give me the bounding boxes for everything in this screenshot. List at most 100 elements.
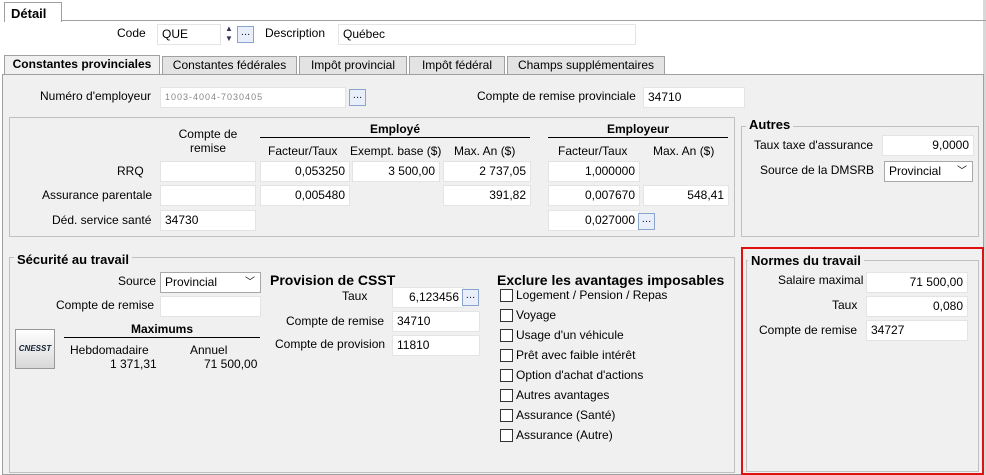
rrq-facteur-input[interactable]: 0,053250	[260, 161, 350, 182]
taux-assurance-input[interactable]: 9,0000	[882, 135, 974, 156]
exclure-checkbox-label[interactable]: Usage d'un véhicule	[516, 328, 624, 342]
exclure-title: Exclure les avantages imposables	[497, 272, 725, 288]
ap-max-employeur-input[interactable]: 548,41	[643, 185, 729, 206]
hebdo-label: Hebdomadaire	[70, 343, 149, 357]
annuel-label: Annuel	[190, 343, 228, 357]
cnesst-logo-text: CNESST	[18, 344, 52, 353]
securite-title: Sécurité au travail	[14, 252, 132, 267]
csst-taux-input[interactable]: 6,123456	[392, 287, 464, 308]
exclure-checkbox-label[interactable]: Assurance (Santé)	[516, 408, 615, 422]
exclure-checkbox[interactable]	[500, 389, 513, 402]
maximums-underline	[64, 337, 260, 338]
securite-source-select[interactable]: Provincial ﹀	[160, 272, 261, 293]
tab-constantes-federales[interactable]: Constantes fédérales	[162, 56, 297, 75]
securite-source-value: Provincial	[165, 275, 218, 289]
ap-compte-input[interactable]	[160, 185, 256, 206]
exclure-checkbox[interactable]	[500, 429, 513, 442]
code-lookup-button[interactable]: …	[237, 26, 254, 43]
exclure-checkbox[interactable]	[500, 369, 513, 382]
source-dmsrb-select[interactable]: Provincial ﹀	[884, 161, 973, 182]
tab-champs-supplementaires[interactable]: Champs supplémentaires	[507, 56, 665, 75]
exclure-checkbox-label[interactable]: Autres avantages	[516, 388, 609, 402]
rrq-compte-input[interactable]	[160, 161, 256, 182]
tab-detail-label: Détail	[11, 6, 47, 21]
code-input[interactable]: QUE	[157, 24, 221, 45]
col-facteur-taux-employeur: Facteur/Taux	[558, 144, 628, 158]
normes-taux-input[interactable]: 0,080	[866, 296, 968, 317]
csst-remit-input[interactable]: 34710	[392, 311, 480, 332]
rrq-exempt-input[interactable]: 3 500,00	[352, 161, 440, 182]
ap-facteur-input[interactable]: 0,005480	[260, 185, 350, 206]
exclure-checkbox-label[interactable]: Voyage	[516, 308, 556, 322]
csst-remit-label: Compte de remise	[286, 314, 385, 328]
salaire-max-input[interactable]: 71 500,00	[866, 272, 968, 293]
taux-assurance-label: Taux taxe d'assurance	[754, 138, 874, 152]
code-spinner[interactable]: ▲ ▼	[223, 24, 235, 45]
chevron-down-icon: ﹀	[245, 277, 255, 288]
employer-number-label: Numéro d'employeur	[40, 89, 152, 103]
dss-facteur-employeur-input[interactable]: 0,027000	[548, 210, 640, 231]
hebdo-value: 1 371,31	[110, 357, 157, 371]
normes-remit-input[interactable]: 34727	[866, 320, 968, 341]
chevron-down-icon: ﹀	[957, 166, 967, 177]
tab-constantes-provinciales[interactable]: Constantes provinciales	[4, 55, 160, 75]
maximums-header: Maximums	[130, 322, 194, 336]
employer-number-lookup-button[interactable]: …	[349, 89, 366, 106]
securite-remit-input[interactable]	[160, 296, 261, 317]
exclure-checkbox-label[interactable]: Assurance (Autre)	[516, 428, 613, 442]
ap-label: Assurance parentale	[42, 188, 153, 202]
salaire-max-label: Salaire maximal	[778, 273, 864, 287]
col-max-an-employeur: Max. An ($)	[653, 144, 715, 158]
ap-max-input[interactable]: 391,82	[443, 185, 531, 206]
exclure-checkbox[interactable]	[500, 309, 513, 322]
description-label: Description	[265, 26, 326, 40]
description-input[interactable]: Québec	[338, 24, 636, 45]
csst-provision-input[interactable]: 11810	[392, 335, 480, 356]
annuel-value: 71 500,00	[204, 357, 258, 371]
cnesst-logo-button[interactable]: CNESST	[15, 329, 55, 369]
csst-provision-label: Compte de provision	[275, 337, 386, 351]
employe-underline	[260, 137, 530, 138]
rrq-max-input[interactable]: 2 737,05	[443, 161, 531, 182]
autres-title: Autres	[746, 117, 794, 132]
normes-taux-label: Taux	[832, 298, 858, 312]
employer-number-input[interactable]: 1003-4004-7030405	[160, 87, 346, 108]
provincial-remit-input[interactable]: 34710	[643, 87, 745, 108]
col-compte-remise: Compte de remise	[178, 127, 238, 155]
exclure-checkbox-label[interactable]: Logement / Pension / Repas	[516, 288, 667, 302]
csst-taux-lookup-button[interactable]: …	[462, 289, 479, 306]
rrq-facteur-employeur-input[interactable]: 1,000000	[548, 161, 640, 182]
normes-title: Normes du travail	[748, 253, 864, 268]
securite-source-label: Source	[118, 274, 157, 288]
tab-impot-provincial[interactable]: Impôt provincial	[299, 56, 407, 75]
employeur-header: Employeur	[606, 122, 669, 136]
exclure-checkbox-label[interactable]: Option d'achat d'actions	[516, 368, 643, 382]
source-dmsrb-value: Provincial	[889, 164, 942, 178]
provincial-remit-label: Compte de remise provinciale	[477, 89, 636, 103]
tab-detail[interactable]: Détail	[4, 2, 62, 22]
exclure-checkbox[interactable]	[500, 289, 513, 302]
tab-divider	[62, 20, 986, 21]
exclure-checkbox[interactable]	[500, 349, 513, 362]
source-dmsrb-label: Source de la DMSRB	[760, 163, 875, 177]
col-exempt-base: Exempt. base ($)	[350, 144, 442, 158]
exclure-checkbox-label[interactable]: Prêt avec faible intérêt	[516, 348, 635, 362]
employeur-underline	[548, 137, 728, 138]
col-facteur-taux: Facteur/Taux	[268, 144, 338, 158]
csst-title: Provision de CSST	[270, 272, 396, 288]
dss-lookup-button[interactable]: …	[638, 213, 655, 230]
exclure-checkbox[interactable]	[500, 409, 513, 422]
col-max-an: Max. An ($)	[454, 144, 516, 158]
exclure-checkbox[interactable]	[500, 329, 513, 342]
dss-compte-input[interactable]: 34730	[160, 210, 256, 231]
normes-remit-label: Compte de remise	[759, 323, 858, 337]
dss-label: Déd. service santé	[52, 213, 152, 227]
employe-header: Employé	[369, 122, 420, 136]
rrq-label: RRQ	[117, 164, 144, 178]
csst-taux-label: Taux	[342, 289, 368, 303]
window: Détail Code QUE ▲ ▼ … Description Québec …	[0, 0, 986, 475]
securite-remit-label: Compte de remise	[56, 298, 155, 312]
tab-impot-federal[interactable]: Impôt fédéral	[409, 56, 505, 75]
ap-facteur-employeur-input[interactable]: 0,007670	[548, 185, 640, 206]
code-label: Code	[117, 26, 146, 40]
